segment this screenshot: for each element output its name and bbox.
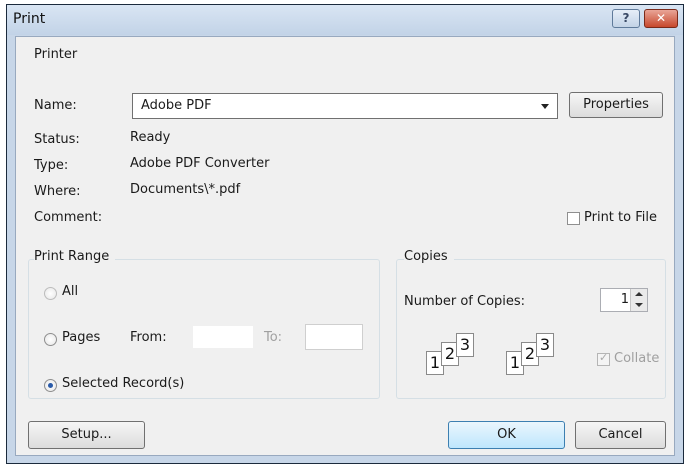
setup-button[interactable]: Setup... [28,421,145,449]
page-3-icon: 3 [456,333,474,357]
to-label: To: [264,330,283,345]
printer-section-label: Printer [34,47,78,62]
where-value: Documents\*.pdf [130,182,241,197]
where-label: Where: [34,184,81,199]
print-range-label: Print Range [34,249,116,264]
from-input[interactable] [192,325,254,349]
print-to-file-checkbox[interactable] [567,212,580,225]
print-dialog: Print ? ✕ Printer Name: Adobe PDF Proper… [6,4,684,464]
help-button[interactable]: ? [612,9,640,28]
collate-pages-icon: 1 2 3 [426,333,496,381]
copies-value: 1 [620,292,629,307]
properties-button[interactable]: Properties [569,92,663,118]
number-of-copies-label: Number of Copies: [404,294,526,309]
copies-label: Copies [404,249,454,264]
to-input[interactable] [305,324,363,350]
range-selected-radio[interactable] [44,379,57,392]
range-selected-label[interactable]: Selected Record(s) [62,376,184,391]
dialog-body: Printer Name: Adobe PDF Properties Statu… [15,36,675,456]
printer-name-value: Adobe PDF [141,98,212,113]
from-label: From: [130,330,167,345]
title-bar: Print ? ✕ [7,5,683,35]
spinner-buttons [630,289,647,311]
range-all-label[interactable]: All [62,284,78,299]
range-pages-label[interactable]: Pages [62,330,100,345]
collate-label[interactable]: Collate [614,351,659,366]
ok-button[interactable]: OK [448,421,565,449]
page-3-icon: 3 [536,333,554,357]
dropdown-arrow-icon [541,104,549,109]
print-to-file-label[interactable]: Print to File [584,210,657,225]
collate-checkbox[interactable] [597,351,610,366]
comment-label: Comment: [34,210,103,225]
collate-pages-icon-2: 1 2 3 [506,333,576,381]
copies-spinner[interactable]: 1 [600,288,648,312]
type-label: Type: [34,158,69,173]
name-label: Name: [34,98,77,113]
spin-down-icon[interactable] [631,300,647,311]
type-value: Adobe PDF Converter [130,156,270,171]
status-value: Ready [130,130,171,145]
close-button[interactable]: ✕ [644,9,678,28]
printer-name-select[interactable]: Adobe PDF [132,93,558,119]
cancel-button[interactable]: Cancel [575,421,666,449]
status-label: Status: [34,132,80,147]
range-all-radio[interactable] [44,287,57,300]
range-pages-radio[interactable] [44,333,57,346]
window-title: Print [13,11,46,27]
